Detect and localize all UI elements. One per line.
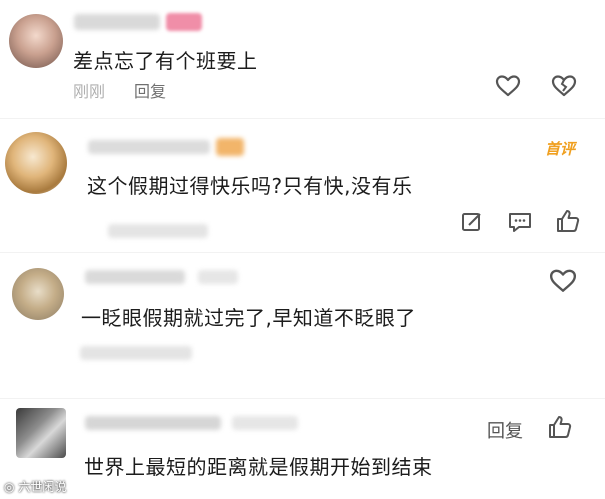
username[interactable] — [85, 416, 221, 430]
comment-text: 世界上最短的距离就是假期开始到结束 — [84, 455, 433, 479]
comment-text: 差点忘了有个班要上 — [73, 49, 258, 73]
weibo-icon: ◎ — [4, 480, 15, 494]
heartbreak-icon[interactable] — [551, 74, 577, 98]
comment-meta — [80, 346, 192, 360]
comment-meta — [108, 224, 208, 238]
user-badge — [198, 270, 238, 284]
user-badge — [232, 416, 298, 430]
divider — [0, 252, 605, 253]
heart-icon[interactable] — [495, 74, 521, 98]
edit-icon[interactable] — [460, 210, 484, 234]
reply-button[interactable]: 回复 — [134, 78, 166, 102]
avatar[interactable] — [9, 14, 63, 68]
thumbs-up-icon[interactable] — [547, 414, 573, 440]
user-badge — [216, 138, 244, 156]
avatar[interactable] — [5, 132, 67, 194]
comment-item: 首评 这个假期过得快乐吗?只有快,没有乐 — [0, 120, 605, 250]
username[interactable] — [88, 140, 210, 154]
user-badge — [166, 13, 202, 31]
reply-button[interactable]: 回复 — [487, 417, 523, 443]
comment-item: 差点忘了有个班要上 刚刚 回复 — [0, 0, 605, 110]
avatar[interactable] — [12, 268, 64, 320]
divider — [0, 118, 605, 119]
divider — [0, 398, 605, 399]
comment-item: 一眨眼假期就过完了,早知道不眨眼了 — [0, 254, 605, 394]
first-comment-tag: 首评 — [545, 140, 576, 158]
comment-text: 这个假期过得快乐吗?只有快,没有乐 — [87, 174, 413, 198]
watermark: ◎ 六世闲说 — [4, 480, 67, 494]
heart-icon[interactable] — [549, 268, 577, 294]
comment-item: 回复 世界上最短的距离就是假期开始到结束 ◎ 六世闲说 — [0, 400, 605, 499]
username[interactable] — [85, 270, 185, 284]
username[interactable] — [74, 14, 160, 30]
message-icon[interactable] — [507, 210, 533, 234]
comment-text: 一眨眼假期就过完了,早知道不眨眼了 — [81, 306, 416, 330]
thumbs-up-icon[interactable] — [555, 208, 581, 234]
comment-time: 刚刚 — [73, 82, 106, 101]
avatar[interactable] — [16, 408, 66, 458]
